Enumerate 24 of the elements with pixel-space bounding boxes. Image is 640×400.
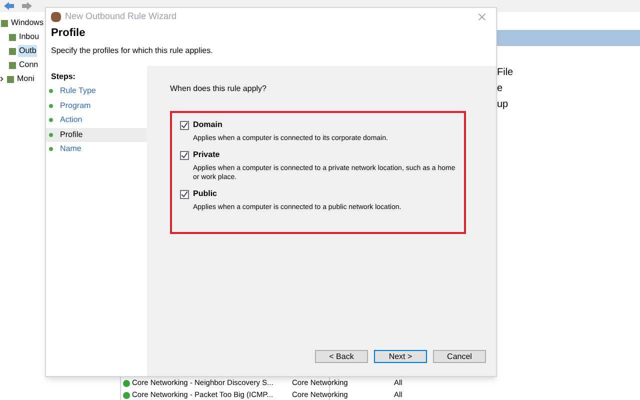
page-subheading: Specify the profiles for which this rule applies. [51,45,214,57]
tree-item[interactable]: Outb [18,45,38,57]
step-item[interactable]: Name [46,142,147,156]
step-item[interactable]: Rule Type [46,84,147,98]
question-text: When does this rule apply? [170,83,268,95]
action-link[interactable]: File [497,66,514,80]
window-title: New Outbound Rule Wizard [65,10,178,24]
profile-checkbox[interactable]: Public [180,188,458,200]
action-link[interactable]: up [497,98,514,112]
tree-item[interactable]: Inbou [18,31,40,43]
wizard-button[interactable]: Next > [374,350,427,363]
profile-checkbox[interactable]: Domain [180,119,458,131]
page-heading: Profile [51,26,86,40]
steps-title: Steps: [50,70,76,83]
wizard-button[interactable]: Cancel [433,350,486,363]
tree-item[interactable]: Conn [18,59,40,71]
action-link[interactable]: e [497,82,514,96]
tree-item[interactable]: Moni [16,73,36,85]
tree-item[interactable]: Windows [10,17,44,29]
profile-checkbox[interactable]: Private [180,149,458,161]
step-item[interactable]: Profile [46,128,147,142]
step-item[interactable]: Program [46,98,147,113]
wizard-button[interactable]: < Back [315,350,368,363]
step-item[interactable]: Action [46,113,147,128]
